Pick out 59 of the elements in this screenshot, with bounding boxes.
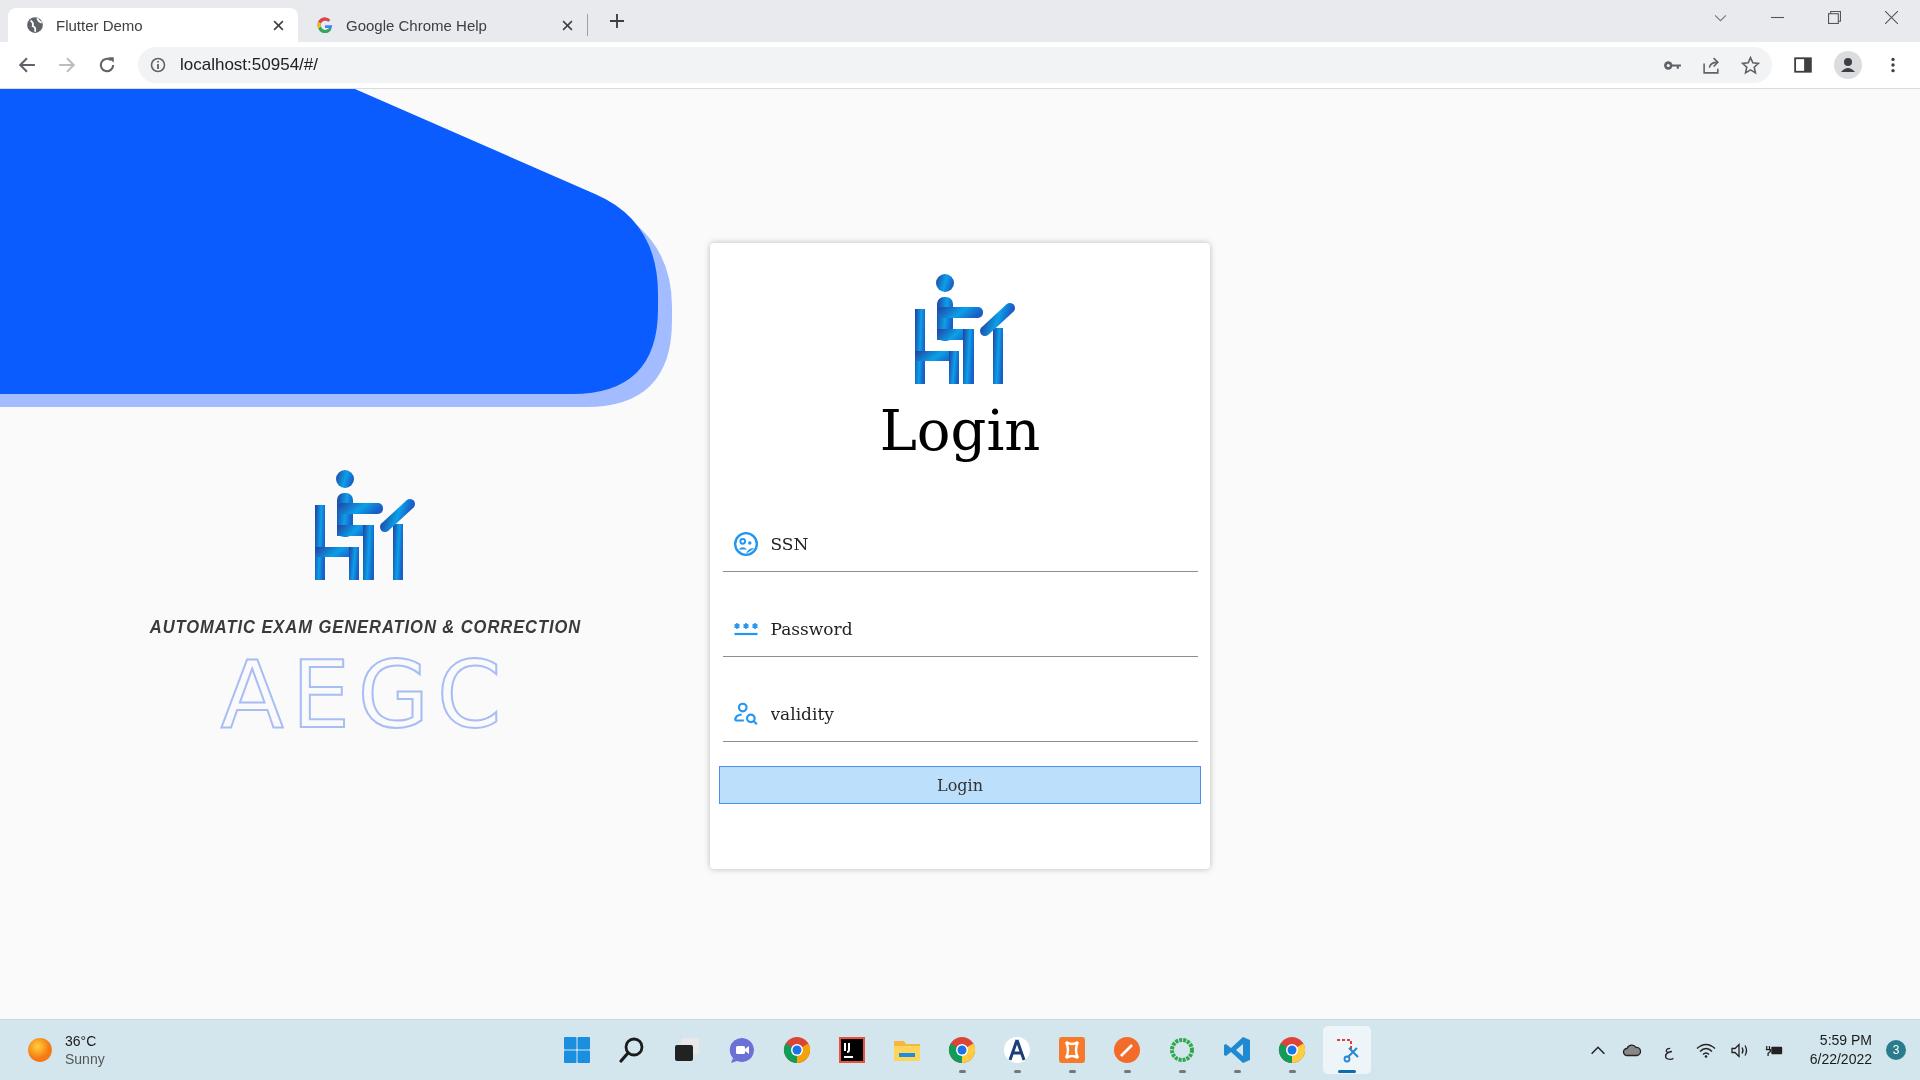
running-indicator: [958, 1070, 966, 1073]
close-icon[interactable]: [273, 19, 284, 31]
profile-icon[interactable]: [1834, 51, 1862, 79]
compass-icon: [1003, 1036, 1031, 1064]
windows-icon: [563, 1036, 591, 1064]
tab-title: Flutter Demo: [56, 16, 144, 34]
speaker-icon[interactable]: [1729, 1041, 1750, 1059]
running-indicator: [1233, 1070, 1241, 1073]
url-text: localhost:50954/#/: [180, 55, 318, 75]
tab-title: Google Chrome Help: [346, 16, 488, 34]
temperature-text: 36°C: [65, 1031, 98, 1050]
tagline: AUTOMATIC EXAM GENERATION & CORRECTION: [149, 617, 581, 638]
notification-badge[interactable]: 3: [1886, 1040, 1906, 1060]
weather-text: Sunny: [65, 1050, 105, 1069]
task-view-icon: [673, 1036, 701, 1064]
login-button[interactable]: Login: [719, 766, 1201, 805]
side-panel-icon[interactable]: [1794, 56, 1812, 74]
clock-date[interactable]: 6/22/2022: [1809, 1050, 1872, 1069]
running-indicator: [1338, 1070, 1356, 1073]
video-chat-icon: [728, 1036, 756, 1064]
search-icon: [618, 1036, 646, 1064]
running-indicator: [1288, 1070, 1296, 1073]
running-indicator: [1068, 1070, 1076, 1073]
new-tab-icon[interactable]: [610, 14, 624, 28]
input-field[interactable]: Password: [768, 617, 1188, 640]
face-icon: [732, 530, 759, 557]
acronym-title: AEGC: [220, 650, 510, 742]
login-title: Login: [879, 397, 1041, 465]
pen-icon: [1113, 1036, 1141, 1064]
share-icon[interactable]: [1702, 55, 1721, 75]
input-field[interactable]: validity: [768, 702, 1188, 725]
chrome-icon: [1278, 1036, 1306, 1064]
close-icon[interactable]: [1885, 11, 1898, 24]
reload-icon[interactable]: [98, 56, 116, 74]
cloud-icon[interactable]: [1621, 1041, 1642, 1059]
address-bar[interactable]: localhost:50954/#/: [138, 47, 1772, 83]
globe-icon: [26, 16, 44, 34]
code-editor-icon: [1223, 1036, 1251, 1064]
chrome-icon: [783, 1036, 811, 1064]
google-icon: [316, 16, 334, 34]
input-field[interactable]: SSN: [768, 532, 1188, 555]
xampp-icon: [1058, 1036, 1086, 1064]
running-indicator: [1013, 1070, 1021, 1073]
restore-icon[interactable]: [1828, 11, 1841, 24]
back-icon[interactable]: [18, 56, 36, 74]
info-icon[interactable]: [150, 57, 166, 73]
ring-icon: [1168, 1036, 1196, 1064]
running-indicator: [1178, 1070, 1186, 1073]
clock-time[interactable]: 5:59 PM: [1819, 1031, 1872, 1050]
wifi-icon[interactable]: [1695, 1041, 1716, 1059]
running-indicator: [1123, 1070, 1131, 1073]
close-icon[interactable]: [562, 19, 573, 31]
ide-icon: [838, 1036, 866, 1064]
star-icon[interactable]: [1741, 55, 1760, 75]
language-indicator[interactable]: ع: [1663, 1040, 1674, 1060]
chrome-icon: [948, 1036, 976, 1064]
browser-tab[interactable]: Google Chrome Help: [298, 14, 588, 36]
person-search-icon: [732, 700, 759, 727]
browser-tab[interactable]: Flutter Demo: [8, 8, 298, 42]
